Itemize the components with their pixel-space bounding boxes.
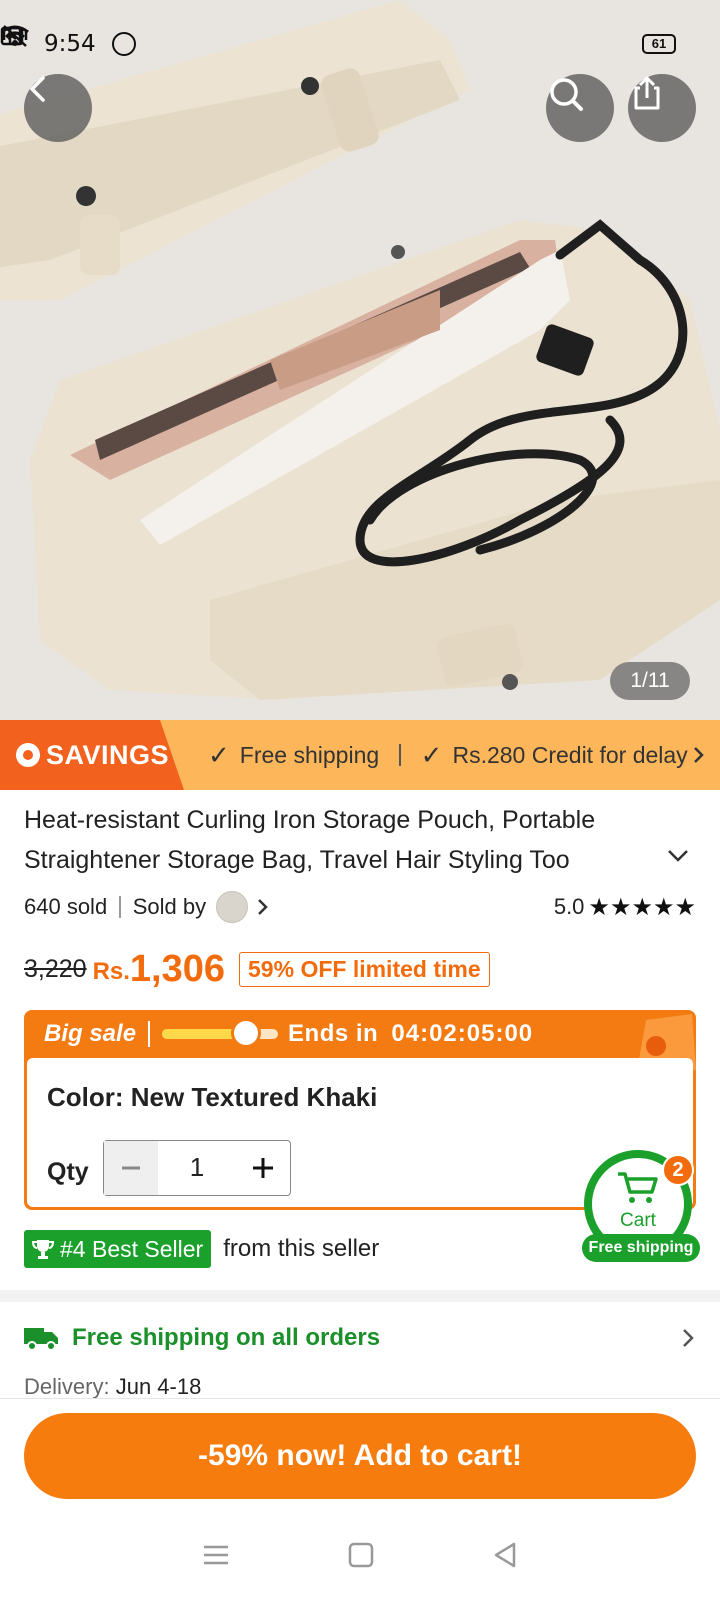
big-sale-label: Big sale <box>44 1020 137 1047</box>
plus-icon <box>253 1158 273 1178</box>
savings-items: ✓ Free shipping ✓ Rs.280 Credit for dela… <box>208 720 706 790</box>
product-image-gallery[interactable]: 9:54 61 1/11 <box>0 0 720 720</box>
sold-by-link[interactable]: Sold by <box>133 891 270 923</box>
savings-strip[interactable]: SAVINGS ✓ Free shipping ✓ Rs.280 Credit … <box>0 720 720 790</box>
expand-title-button[interactable] <box>666 848 690 869</box>
status-time: 9:54 <box>44 31 96 57</box>
back-button[interactable] <box>24 74 92 142</box>
battery-icon: 61 <box>642 34 676 54</box>
best-seller-row: #4 Best Seller from this seller <box>24 1230 379 1268</box>
qty-label: Qty <box>47 1158 89 1186</box>
sale-progress-bar <box>162 1018 279 1048</box>
chevron-left-icon <box>30 76 45 102</box>
search-icon <box>550 78 583 111</box>
rating-value: 5.0 <box>553 894 585 919</box>
sold-by-label: Sold by <box>132 894 207 919</box>
countdown-timer: 04:02:05:00 <box>391 1020 534 1047</box>
chevron-right-icon <box>693 747 704 763</box>
add-to-cart-button[interactable]: -59% now! Add to cart! <box>24 1413 696 1499</box>
product-meta: 640 sold Sold by 5.0 ★★★★★ <box>24 890 696 924</box>
back-nav-icon[interactable] <box>492 1541 518 1569</box>
cart-count-badge: 2 <box>662 1154 694 1186</box>
chevron-right-icon <box>258 899 268 915</box>
price-row: 3,220 Rs. 1,306 59% OFF limited time <box>24 944 490 994</box>
color-option[interactable]: Color: New Textured Khaki <box>47 1082 377 1113</box>
seller-avatar <box>216 891 249 923</box>
original-price: 3,220 <box>24 954 87 983</box>
bottom-action-bar: -59% now! Add to cart! <box>0 1398 720 1510</box>
check-icon: ✓ <box>208 739 230 770</box>
divider <box>148 1021 151 1047</box>
whatsapp-icon <box>111 32 136 56</box>
divider <box>119 896 121 918</box>
home-icon[interactable] <box>348 1542 374 1568</box>
status-bar: 9:54 61 <box>0 24 720 64</box>
delivery-value: Jun 4-18 <box>115 1374 202 1398</box>
currency: Rs. <box>92 958 130 985</box>
big-sale-header: Big sale Ends in 04:02:05:00 <box>24 1010 696 1058</box>
sale-price: 1,306 <box>129 947 226 990</box>
ends-in-label: Ends in 04:02:05:00 <box>288 1020 533 1048</box>
cart-free-shipping-tag: Free shipping <box>582 1234 700 1262</box>
divider <box>399 744 401 766</box>
sim-icon <box>0 26 24 46</box>
discount-badge: 59% OFF limited time <box>239 951 490 987</box>
best-seller-badge[interactable]: #4 Best Seller <box>24 1230 212 1268</box>
chevron-right-icon <box>683 1329 694 1347</box>
share-icon <box>634 76 660 110</box>
minus-icon <box>122 1166 140 1170</box>
savings-icon <box>16 743 40 767</box>
menu-icon[interactable] <box>202 1543 230 1567</box>
product-title: Heat-resistant Curling Iron Storage Pouc… <box>24 806 596 874</box>
qty-increase-button[interactable] <box>236 1141 290 1195</box>
qty-decrease-button[interactable] <box>104 1141 158 1195</box>
check-icon: ✓ <box>420 739 443 770</box>
share-button[interactable] <box>628 74 696 142</box>
chevron-down-icon <box>668 850 688 862</box>
truck-icon <box>24 1328 58 1351</box>
shipping-headline: Free shipping on all orders <box>72 1324 381 1351</box>
delivery-estimate: Delivery: Jun 4-18 <box>24 1374 201 1398</box>
savings-tag-label: SAVINGS <box>46 739 170 770</box>
section-divider <box>0 1290 720 1302</box>
search-button[interactable] <box>546 74 614 142</box>
qty-value[interactable]: 1 <box>158 1141 236 1195</box>
image-counter: 1/11 <box>610 662 690 700</box>
ends-in-text: Ends in <box>288 1020 379 1047</box>
clock-icon <box>230 1018 261 1048</box>
savings-item-free-shipping: Free shipping <box>239 741 380 768</box>
system-nav-bar <box>0 1510 720 1600</box>
savings-tag: SAVINGS <box>0 720 184 790</box>
status-icons: 61 <box>0 25 676 54</box>
shipping-row[interactable]: Free shipping on all orders <box>24 1318 696 1358</box>
trophy-icon <box>32 1240 54 1259</box>
quantity-stepper: 1 <box>103 1140 291 1196</box>
rating-link[interactable]: 5.0 ★★★★★ <box>554 893 696 922</box>
best-seller-text: #4 Best Seller <box>60 1235 204 1262</box>
savings-item-credit: Rs.280 Credit for delay <box>452 741 688 768</box>
delivery-label: Delivery: <box>24 1374 110 1398</box>
sold-count: 640 sold <box>24 894 108 919</box>
cart-icon <box>618 1172 658 1203</box>
best-seller-suffix: from this seller <box>223 1235 380 1262</box>
cart-label: Cart <box>620 1210 656 1231</box>
rating-stars-icon: ★★★★★ <box>588 893 696 921</box>
